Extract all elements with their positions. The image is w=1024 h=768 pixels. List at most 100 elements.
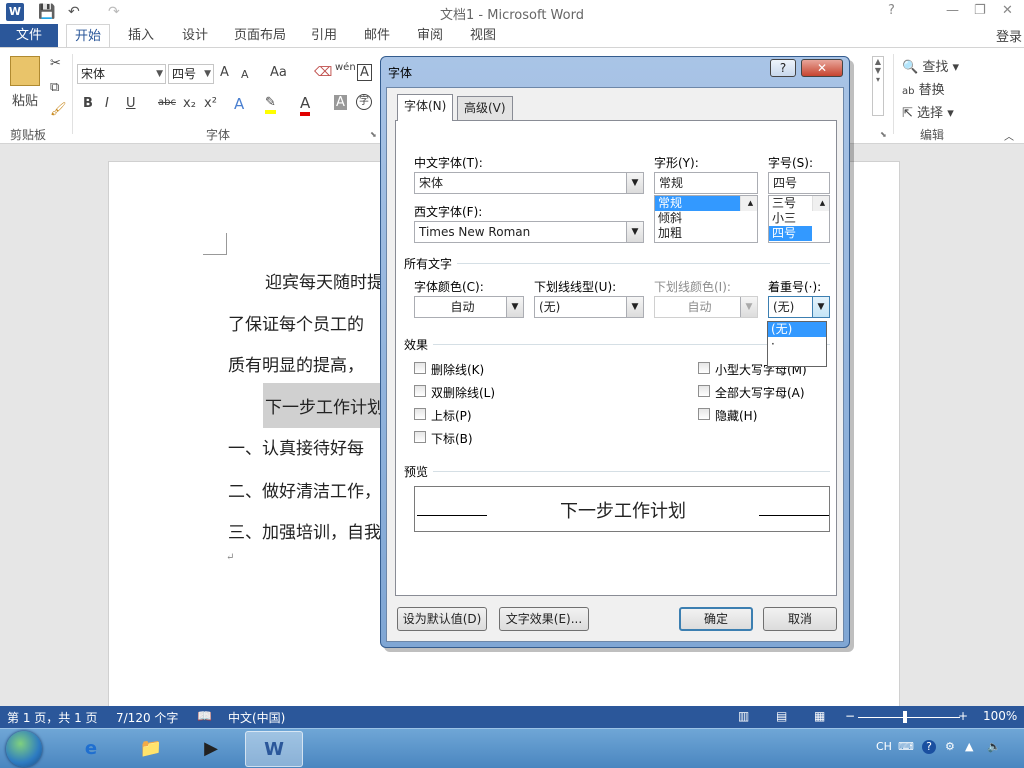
all-caps-checkbox[interactable] bbox=[698, 385, 710, 397]
page-count[interactable]: 第 1 页，共 1 页 bbox=[7, 709, 98, 726]
style-list[interactable]: 常规 倾斜 加粗 ▲▼ bbox=[654, 195, 758, 243]
subscript-checkbox[interactable] bbox=[414, 431, 426, 443]
set-default-button[interactable]: 设为默认值(D) bbox=[397, 607, 487, 631]
paste-icon[interactable] bbox=[10, 56, 40, 86]
settings-tray-icon[interactable]: ⚙ bbox=[945, 740, 955, 753]
west-font-select[interactable]: Times New Roman ▼ bbox=[414, 221, 644, 243]
doc-line[interactable]: 了保证每个员工的 bbox=[228, 310, 364, 335]
hidden-checkbox[interactable] bbox=[698, 408, 710, 420]
subscript-label[interactable]: 下标(B) bbox=[431, 430, 473, 447]
paste-label[interactable]: 粘贴 bbox=[12, 90, 38, 109]
help-icon[interactable]: ? bbox=[888, 3, 895, 18]
zoom-slider-thumb[interactable] bbox=[903, 711, 907, 723]
tab-file[interactable]: 文件 bbox=[0, 24, 58, 48]
tab-view[interactable]: 视图 bbox=[462, 24, 504, 48]
style-input[interactable]: 常规 bbox=[654, 172, 758, 194]
restore-icon[interactable]: ❐ bbox=[974, 3, 986, 18]
explorer-icon[interactable]: 📁 bbox=[122, 731, 180, 767]
login-link[interactable]: 登录 bbox=[996, 26, 1022, 45]
superscript-label[interactable]: 上标(P) bbox=[431, 407, 472, 424]
tab-mailings[interactable]: 邮件 bbox=[356, 24, 398, 48]
zoom-level[interactable]: 100% bbox=[983, 709, 1017, 723]
clear-format-icon[interactable]: ⌫ bbox=[314, 65, 332, 80]
styles-launcher-icon[interactable]: ⬊ bbox=[880, 130, 887, 139]
doc-line[interactable]: 二、做好清洁工作， bbox=[228, 477, 381, 502]
minimize-icon[interactable]: — bbox=[946, 3, 959, 18]
all-caps-label[interactable]: 全部大写字母(A) bbox=[715, 384, 805, 401]
dialog-close-button[interactable]: ✕ bbox=[801, 59, 843, 77]
superscript-button[interactable]: x² bbox=[204, 96, 217, 111]
char-border-icon[interactable]: A bbox=[357, 64, 372, 81]
word-count[interactable]: 7/120 个字 bbox=[116, 709, 178, 726]
change-case-icon[interactable]: Aa bbox=[270, 65, 287, 80]
strikethrough-button[interactable]: abc bbox=[158, 97, 176, 108]
chevron-down-icon[interactable]: ▼ bbox=[506, 297, 523, 317]
enclose-char-icon[interactable]: 字 bbox=[356, 94, 372, 110]
replace-button[interactable]: ab 替换 bbox=[902, 79, 945, 98]
tray-expand-icon[interactable]: ▲ bbox=[965, 740, 973, 753]
zoom-in-icon[interactable]: + bbox=[958, 709, 968, 723]
hidden-label[interactable]: 隐藏(H) bbox=[715, 407, 757, 424]
cn-font-select[interactable]: 宋体 ▼ bbox=[414, 172, 644, 194]
font-size-combo[interactable]: 四号 ▼ bbox=[168, 64, 214, 84]
dialog-help-button[interactable]: ? bbox=[770, 59, 796, 77]
tab-advanced[interactable]: 高级(V) bbox=[457, 96, 513, 120]
help-tray-icon[interactable]: ? bbox=[922, 740, 936, 754]
tab-review[interactable]: 审阅 bbox=[409, 24, 451, 48]
ie-icon[interactable]: e bbox=[62, 731, 120, 767]
tab-layout[interactable]: 页面布局 bbox=[226, 24, 294, 48]
font-name-combo[interactable]: 宋体 ▼ bbox=[77, 64, 166, 84]
size-option[interactable]: 小三 bbox=[769, 211, 829, 226]
ok-button[interactable]: 确定 bbox=[679, 607, 753, 631]
superscript-checkbox[interactable] bbox=[414, 408, 426, 420]
copy-icon[interactable]: ⧉ bbox=[50, 80, 59, 95]
close-icon[interactable]: ✕ bbox=[1002, 3, 1013, 18]
emphasis-option[interactable]: (无) bbox=[768, 322, 826, 337]
font-color-icon[interactable]: A bbox=[300, 94, 311, 116]
keyboard-icon[interactable]: ⌨ bbox=[898, 740, 914, 753]
pinyin-icon[interactable]: wén bbox=[335, 62, 356, 73]
tab-references[interactable]: 引用 bbox=[303, 24, 345, 48]
font-dialog-launcher-icon[interactable]: ⬊ bbox=[370, 130, 377, 139]
style-option[interactable]: 倾斜 bbox=[655, 211, 757, 226]
font-color-select[interactable]: 自动 ▼ bbox=[414, 296, 524, 318]
doc-line[interactable]: 一、认真接待好每 bbox=[228, 434, 364, 459]
format-painter-icon[interactable]: 🖌 bbox=[50, 102, 67, 117]
bold-button[interactable]: B bbox=[83, 96, 93, 111]
list-scrollbar[interactable]: ▲▼ bbox=[812, 196, 829, 211]
underline-style-select[interactable]: (无) ▼ bbox=[534, 296, 644, 318]
word-taskbar-icon[interactable]: W bbox=[245, 731, 303, 767]
text-effects-button[interactable]: 文字效果(E)... bbox=[499, 607, 589, 631]
styles-scroll-icon[interactable]: ▲ ▼ ▾ bbox=[872, 56, 884, 116]
print-layout-icon[interactable]: ▤ bbox=[776, 709, 787, 723]
shrink-font-icon[interactable]: A bbox=[241, 68, 249, 81]
double-strikethrough-label[interactable]: 双删除线(L) bbox=[431, 384, 495, 401]
char-shading-icon[interactable]: A bbox=[334, 95, 347, 110]
emphasis-dropdown[interactable]: (无) · bbox=[767, 321, 827, 367]
list-scrollbar[interactable]: ▲▼ bbox=[740, 196, 757, 211]
start-button[interactable] bbox=[6, 731, 42, 767]
web-layout-icon[interactable]: ▦ bbox=[814, 709, 825, 723]
chevron-down-icon[interactable]: ▼ bbox=[812, 297, 829, 317]
highlight-icon[interactable]: ✎ bbox=[265, 95, 276, 114]
find-button[interactable]: 🔍 查找 ▾ bbox=[902, 56, 959, 75]
tab-font[interactable]: 字体(N) bbox=[397, 94, 454, 121]
doc-line-selected[interactable]: 下一步工作计划 bbox=[263, 383, 386, 428]
ime-indicator[interactable]: CH bbox=[876, 740, 892, 753]
style-option[interactable]: 常规 bbox=[655, 196, 740, 211]
tab-home[interactable]: 开始 bbox=[66, 24, 111, 48]
emphasis-option[interactable]: · bbox=[768, 337, 826, 352]
underline-button[interactable]: U bbox=[126, 96, 136, 111]
read-mode-icon[interactable]: ▥ bbox=[738, 709, 749, 723]
emphasis-select[interactable]: (无) ▼ bbox=[768, 296, 830, 318]
zoom-slider-track[interactable] bbox=[858, 717, 960, 718]
small-caps-checkbox[interactable] bbox=[698, 362, 710, 374]
chevron-down-icon[interactable]: ▼ bbox=[626, 297, 643, 317]
language-indicator[interactable]: 中文(中国) bbox=[228, 709, 285, 726]
zoom-out-icon[interactable]: − bbox=[845, 709, 855, 723]
proofing-icon[interactable]: 📖 bbox=[197, 709, 212, 723]
style-option[interactable]: 加粗 bbox=[655, 226, 757, 241]
doc-line[interactable]: 三、加强培训，自我 bbox=[228, 518, 381, 543]
cut-icon[interactable]: ✂ bbox=[50, 56, 61, 71]
volume-icon[interactable]: 🔈 bbox=[987, 740, 1001, 753]
